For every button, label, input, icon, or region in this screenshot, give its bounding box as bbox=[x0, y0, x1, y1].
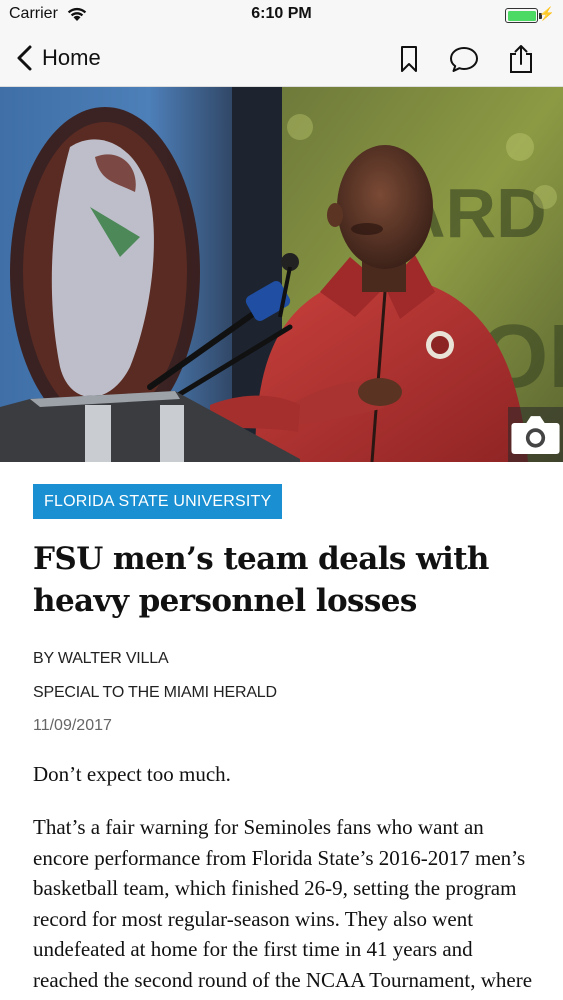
photo-gallery-button[interactable] bbox=[508, 407, 563, 462]
bookmark-icon bbox=[401, 46, 417, 72]
status-bar: Carrier 6:10 PM ⚡ bbox=[0, 0, 563, 30]
battery-level bbox=[507, 10, 536, 21]
camera-icon bbox=[511, 416, 560, 454]
article-headline: FSU men’s team deals with heavy personne… bbox=[33, 541, 489, 619]
article-body: That’s a fair warning for Seminoles fans… bbox=[33, 815, 533, 992]
share-icon bbox=[510, 45, 532, 73]
charging-icon: ⚡ bbox=[538, 6, 555, 21]
status-time: 6:10 PM bbox=[251, 5, 312, 22]
section-tag[interactable]: FLORIDA STATE UNIVERSITY bbox=[33, 484, 283, 519]
battery-icon bbox=[505, 8, 538, 23]
author-affiliation: SPECIAL TO THE MIAMI HERALD bbox=[33, 684, 277, 701]
publish-date: 11/09/2017 bbox=[33, 717, 112, 734]
hero-photo[interactable]: ARD TON bbox=[0, 87, 563, 462]
comment-icon bbox=[450, 47, 478, 72]
nav-bar: Home bbox=[0, 30, 563, 87]
comment-button[interactable] bbox=[448, 43, 480, 75]
back-label: Home bbox=[42, 45, 101, 70]
bookmark-button[interactable] bbox=[393, 43, 425, 75]
back-button[interactable]: Home bbox=[14, 42, 101, 74]
article-lede: Don’t expect too much. bbox=[33, 762, 231, 786]
chevron-left-icon bbox=[17, 45, 32, 71]
share-button[interactable] bbox=[505, 43, 537, 75]
article-photo: ARD TON bbox=[0, 87, 563, 462]
author-byline: BY WALTER VILLA bbox=[33, 650, 169, 667]
